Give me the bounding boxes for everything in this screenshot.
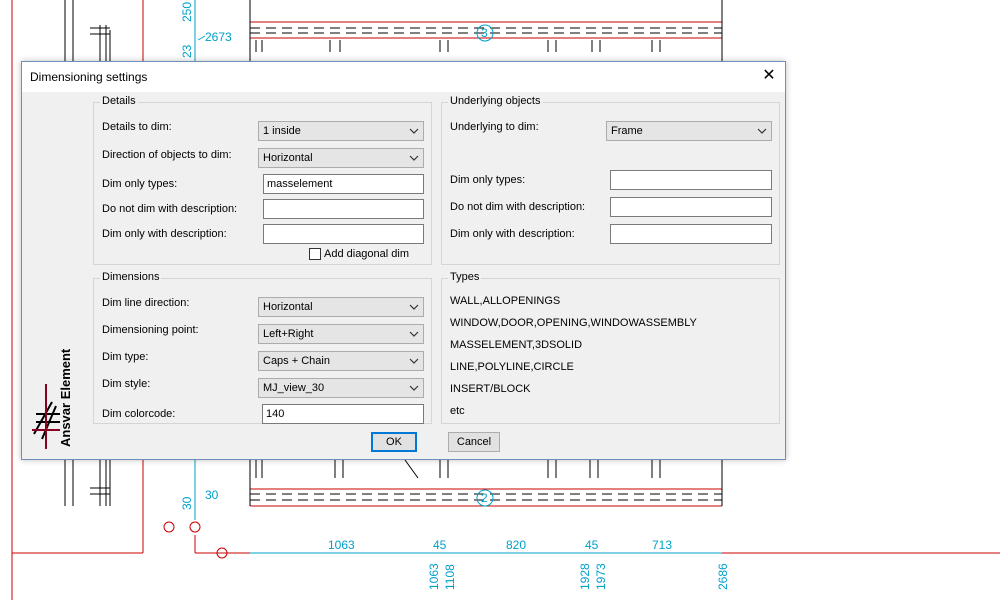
dim-style-value: MJ_view_30 [263, 382, 325, 394]
types-item: WINDOW,DOOR,OPENING,WINDOWASSEMBLY [450, 317, 697, 329]
dim-point-value: Left+Right [263, 328, 314, 340]
ansvar-element-logo: Ansvar Element [32, 348, 73, 449]
dim-text-vert-3: 1928 [578, 563, 592, 590]
dim-style-select[interactable]: MJ_view_30 [258, 378, 424, 398]
underlying-not-dim-desc-label: Do not dim with description: [450, 201, 586, 213]
dim-type-value: Caps + Chain [263, 355, 330, 367]
types-item: etc [450, 405, 465, 417]
dimensioning-settings-dialog: Dimensioning settings ✕ Details Details … [21, 61, 786, 460]
dim-only-types-label: Dim only types: [102, 178, 178, 190]
underlying-to-dim-value: Frame [611, 125, 643, 137]
chevron-down-icon [409, 385, 419, 391]
underlying-to-dim-select[interactable]: Frame [606, 121, 772, 141]
not-dim-desc-label: Do not dim with description: [102, 203, 238, 215]
dim-text-vert-2: 1108 [443, 564, 457, 590]
underlying-not-dim-desc-input[interactable] [610, 197, 772, 217]
dim-colorcode-label: Dim colorcode: [102, 408, 176, 420]
axis-marker-bottom: 2 [481, 491, 488, 505]
add-diagonal-checkbox[interactable] [309, 248, 321, 260]
chevron-down-icon [409, 128, 419, 134]
chevron-down-icon [409, 155, 419, 161]
dim-only-types-input[interactable]: masselement [263, 174, 424, 194]
dim-text-vert-5: 2686 [716, 563, 730, 590]
underlying-dim-only-types-input[interactable] [610, 170, 772, 190]
dim-text-bottom-3: 820 [506, 538, 526, 552]
dim-line-direction-label: Dim line direction: [102, 297, 190, 309]
dim-line-direction-value: Horizontal [263, 301, 313, 313]
underlying-group-label: Underlying objects [448, 95, 543, 107]
dim-text-bottom-4: 45 [585, 538, 599, 552]
dim-text-left-1: 30 [180, 496, 194, 510]
dim-text-bottom-1: 1063 [328, 538, 355, 552]
underlying-dim-only-desc-label: Dim only with description: [450, 228, 575, 240]
axis-marker-top: 3 [481, 26, 488, 40]
dim-type-label: Dim type: [102, 351, 149, 363]
dim-text-vert-1: 1063 [427, 563, 441, 590]
dim-point-select[interactable]: Left+Right [258, 324, 424, 344]
types-item: MASSELEMENT,3DSOLID [450, 339, 583, 351]
cancel-button[interactable]: Cancel [448, 432, 500, 452]
dim-style-label: Dim style: [102, 378, 151, 390]
chevron-down-icon [757, 128, 767, 134]
types-item: WALL,ALLOPENINGS [450, 295, 561, 307]
underlying-objects-group: Underlying objects Underlying to dim: Fr… [441, 95, 780, 265]
direction-label: Direction of objects to dim: [102, 149, 232, 161]
dim-line-direction-select[interactable]: Horizontal [258, 297, 424, 317]
chevron-down-icon [409, 331, 419, 337]
details-to-dim-select[interactable]: 1 inside [258, 121, 424, 141]
dim-text-top-1: 250 [180, 2, 194, 22]
dialog-titlebar[interactable]: Dimensioning settings ✕ [22, 62, 785, 92]
dim-text-top-3: 23 [180, 44, 194, 58]
dim-text-bottom-5: 713 [652, 538, 672, 552]
not-dim-desc-input[interactable] [263, 199, 424, 219]
types-group: Types WALL,ALLOPENINGS WINDOW,DOOR,OPENI… [441, 271, 780, 424]
dim-type-select[interactable]: Caps + Chain [258, 351, 424, 371]
direction-select[interactable]: Horizontal [258, 148, 424, 168]
dim-only-desc-label: Dim only with description: [102, 228, 227, 240]
chevron-down-icon [409, 304, 419, 310]
dim-text-top-2: 2673 [205, 30, 232, 44]
dim-only-desc-input[interactable] [263, 224, 424, 244]
dimensions-group: Dimensions Dim line direction: Horizonta… [93, 271, 432, 424]
dimensions-group-label: Dimensions [100, 271, 162, 283]
dim-text-bottom-2: 45 [433, 538, 447, 552]
chevron-down-icon [409, 358, 419, 364]
dim-colorcode-input[interactable]: 140 [262, 404, 424, 424]
ok-button[interactable]: OK [371, 432, 417, 452]
underlying-to-dim-label: Underlying to dim: [450, 121, 539, 133]
details-to-dim-value: 1 inside [263, 125, 301, 137]
types-item: INSERT/BLOCK [450, 383, 531, 395]
details-group-label: Details [100, 95, 138, 107]
underlying-dim-only-desc-input[interactable] [610, 224, 772, 244]
underlying-dim-only-types-label: Dim only types: [450, 174, 526, 186]
dialog-title: Dimensioning settings [30, 70, 148, 84]
add-diagonal-label: Add diagonal dim [324, 248, 410, 260]
types-group-label: Types [448, 271, 482, 283]
close-icon[interactable]: ✕ [759, 66, 779, 86]
details-group: Details Details to dim: 1 inside Directi… [93, 95, 432, 265]
dim-text-vert-4: 1973 [594, 563, 608, 590]
types-item: LINE,POLYLINE,CIRCLE [450, 361, 574, 373]
direction-value: Horizontal [263, 152, 313, 164]
dim-text-left-2: 30 [205, 488, 219, 502]
logo-text: Ansvar Element [58, 348, 73, 447]
details-to-dim-label: Details to dim: [102, 121, 172, 133]
dim-point-label: Dimensioning point: [102, 324, 199, 336]
